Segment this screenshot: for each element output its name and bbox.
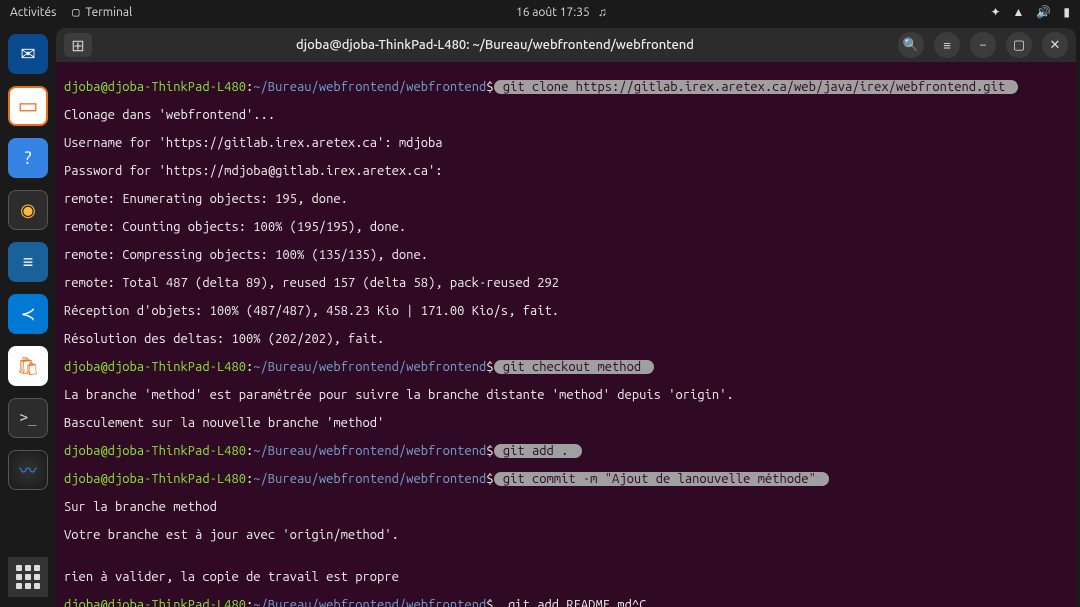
output-line: Résolution des deltas: 100% (202/202), f… (64, 332, 1068, 346)
accessibility-icon[interactable]: ✦ (990, 5, 1000, 19)
gnome-topbar: Activités ▢ Terminal 16 août 17:35 ♫ ✦ ▲… (0, 0, 1080, 24)
search-button[interactable]: 🔍 (898, 32, 924, 58)
prompt-user: djoba@djoba-ThinkPad-L480 (64, 80, 246, 94)
cmd-git-commit-1: git commit -m "Ajout de lanouvelle métho… (494, 472, 830, 486)
dock-thunderbird-icon[interactable]: ✉ (8, 34, 48, 74)
cmd-git-checkout: git checkout method (494, 360, 655, 374)
output-line: Votre branche est à jour avec 'origin/me… (64, 528, 1068, 542)
output-line: Sur la branche method (64, 500, 1068, 514)
window-titlebar: ⊞ djoba@djoba-ThinkPad-L480: ~/Bureau/we… (56, 28, 1076, 62)
dock: ✉ ▭ ? ◉ ≡ ≺ 🛍 >_ 〰 (0, 24, 56, 607)
dock-software-icon[interactable]: 🛍 (8, 346, 48, 386)
output-line: Réception d'objets: 100% (487/487), 458.… (64, 304, 1068, 318)
terminal-output[interactable]: djoba@djoba-ThinkPad-L480:~/Bureau/webfr… (56, 62, 1076, 607)
volume-icon[interactable]: 🔊 (1036, 5, 1051, 19)
dock-vscode-icon[interactable]: ≺ (8, 294, 48, 334)
dock-help-icon[interactable]: ? (8, 138, 48, 178)
output-line: rien à valider, la copie de travail est … (64, 570, 1068, 584)
output-line: Clonage dans 'webfrontend'... (64, 108, 1068, 122)
close-button[interactable]: ✕ (1042, 32, 1068, 58)
output-line: remote: Counting objects: 100% (195/195)… (64, 220, 1068, 234)
prompt-path: ~/Bureau/webfrontend/webfrontend (253, 80, 486, 94)
menu-button[interactable]: ≡ (934, 32, 960, 58)
datetime-label[interactable]: 16 août 17:35 (516, 6, 590, 19)
cmd-git-add-cancelled: git add README.md^C (494, 598, 647, 607)
cmd-git-add: git add . (494, 444, 582, 458)
window-title: djoba@djoba-ThinkPad-L480: ~/Bureau/webf… (92, 38, 898, 52)
show-apps-icon[interactable] (8, 557, 48, 597)
dock-files-icon[interactable]: ▭ (8, 86, 48, 126)
activities-button[interactable]: Activités (10, 6, 56, 19)
network-icon[interactable]: ▲ (1013, 5, 1025, 19)
new-tab-button[interactable]: ⊞ (64, 33, 92, 57)
dock-rhythmbox-icon[interactable]: ◉ (8, 190, 48, 230)
output-line: remote: Total 487 (delta 89), reused 157… (64, 276, 1068, 290)
active-app-label: Terminal (86, 6, 133, 19)
terminal-glyph-icon: ▢ (72, 5, 79, 19)
output-line: Basculement sur la nouvelle branche 'met… (64, 416, 1068, 430)
maximize-button[interactable]: ▢ (1006, 32, 1032, 58)
bell-icon[interactable]: ♫ (598, 5, 607, 19)
output-line: La branche 'method' est paramétrée pour … (64, 388, 1068, 402)
minimize-button[interactable]: − (970, 32, 996, 58)
dock-terminal-icon[interactable]: >_ (8, 398, 48, 438)
output-line: Username for 'https://gitlab.irex.aretex… (64, 136, 1068, 150)
output-line: remote: Enumerating objects: 195, done. (64, 192, 1068, 206)
output-line: Password for 'https://mdjoba@gitlab.irex… (64, 164, 1068, 178)
active-app[interactable]: ▢ Terminal (72, 5, 132, 19)
battery-icon[interactable]: ▮ (1063, 5, 1070, 19)
terminal-window: ⊞ djoba@djoba-ThinkPad-L480: ~/Bureau/we… (56, 28, 1076, 607)
cmd-git-clone: git clone https://gitlab.irex.aretex.ca/… (494, 80, 1019, 94)
dock-monitor-icon[interactable]: 〰 (8, 450, 48, 490)
dock-writer-icon[interactable]: ≡ (8, 242, 48, 282)
output-line: remote: Compressing objects: 100% (135/1… (64, 248, 1068, 262)
